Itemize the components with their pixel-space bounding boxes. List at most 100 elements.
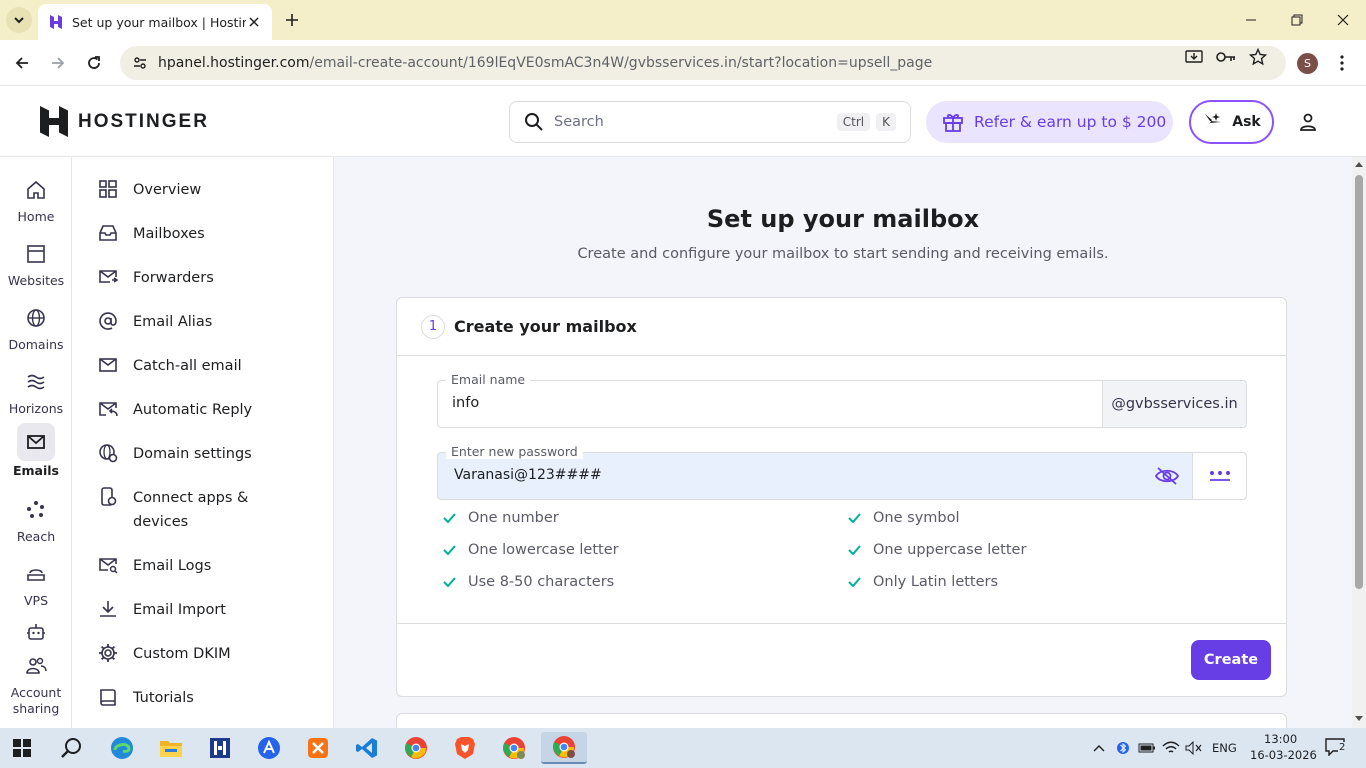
mail-search-icon bbox=[97, 554, 119, 576]
chrome-profile-icon[interactable] bbox=[494, 732, 534, 764]
browser-tab[interactable]: Set up your mailbox | Hostinger bbox=[38, 4, 272, 40]
submenu-item-tutorials[interactable]: Tutorials bbox=[97, 686, 273, 710]
robot-icon bbox=[17, 615, 55, 649]
submenu-item-email-logs[interactable]: Email Logs bbox=[97, 554, 273, 578]
omnibox[interactable]: hpanel.hostinger.com/email-create-accoun… bbox=[120, 46, 1286, 80]
rail-item-account-sharing[interactable]: Account sharing bbox=[0, 649, 72, 717]
users-icon bbox=[17, 649, 55, 683]
page-scrollbar[interactable] bbox=[1352, 157, 1366, 728]
submenu-item-email-alias[interactable]: Email Alias bbox=[97, 310, 273, 334]
notifications-icon[interactable]: 2 bbox=[1322, 738, 1348, 756]
submenu-item-email-import[interactable]: Email Import bbox=[97, 598, 273, 622]
windows-start-icon[interactable] bbox=[2, 732, 42, 764]
battery-icon[interactable] bbox=[1138, 739, 1156, 757]
new-tab-icon[interactable] bbox=[282, 10, 302, 30]
vscode-icon[interactable] bbox=[347, 732, 387, 764]
tray-chevron-up-icon[interactable] bbox=[1090, 739, 1108, 757]
bluetooth-icon[interactable] bbox=[1114, 739, 1132, 757]
taskbar-search-icon[interactable] bbox=[52, 732, 92, 764]
wifi-icon[interactable] bbox=[1162, 739, 1180, 757]
email-name-value[interactable]: info bbox=[452, 395, 479, 411]
kebab-menu-icon[interactable] bbox=[1336, 53, 1348, 73]
check-icon bbox=[443, 513, 456, 523]
store-app-icon[interactable] bbox=[200, 732, 240, 764]
submenu-item-automatic-reply[interactable]: Automatic Reply bbox=[97, 398, 273, 422]
email-name-label: Email name bbox=[446, 372, 531, 387]
bookmark-star-icon[interactable] bbox=[1248, 47, 1268, 67]
rail-item-emails[interactable]: Emails bbox=[0, 423, 72, 479]
submenu-item-overview[interactable]: Overview bbox=[97, 178, 273, 202]
profile-avatar[interactable]: S bbox=[1297, 53, 1318, 74]
submenu-item-domain-settings[interactable]: Domain settings bbox=[97, 442, 273, 466]
home-icon bbox=[17, 173, 55, 207]
device-icon bbox=[97, 486, 119, 508]
edge-browser-icon[interactable] bbox=[102, 732, 142, 764]
scroll-thumb[interactable] bbox=[1355, 175, 1363, 589]
mail-forward-icon bbox=[97, 266, 119, 288]
install-app-icon[interactable] bbox=[1184, 47, 1204, 67]
page-subtitle: Create and configure your mailbox to sta… bbox=[577, 246, 1109, 262]
scroll-down-icon bbox=[1355, 716, 1363, 721]
email-name-field[interactable]: Email name info @gvbsservices.in bbox=[437, 372, 1247, 428]
hide-password-button[interactable] bbox=[1142, 453, 1192, 499]
chrome-active-window-icon[interactable] bbox=[541, 732, 587, 764]
hostinger-logo[interactable]: HOSTINGER bbox=[40, 106, 209, 137]
password-field[interactable]: Enter new password Varanasi@123#### bbox=[437, 444, 1247, 500]
envelope-icon bbox=[97, 354, 119, 376]
restore-icon[interactable] bbox=[1274, 0, 1320, 40]
close-window-icon[interactable] bbox=[1320, 0, 1366, 40]
file-explorer-icon[interactable] bbox=[151, 732, 191, 764]
hostinger-logo-icon bbox=[40, 106, 68, 137]
key-icon[interactable] bbox=[1216, 47, 1236, 67]
language-indicator[interactable]: ENG bbox=[1212, 741, 1237, 755]
ask-ai-button[interactable]: Ask bbox=[1189, 100, 1274, 144]
shortcut-k: K bbox=[876, 113, 896, 131]
book-icon bbox=[97, 686, 119, 708]
primary-nav-rail: Home Websites Domains Horizons Emails Re… bbox=[0, 157, 72, 728]
password-rule: One uppercase letter bbox=[848, 542, 1026, 558]
brave-browser-icon[interactable] bbox=[445, 732, 485, 764]
submenu-item-custom-dkim[interactable]: Custom DKIM bbox=[97, 642, 273, 666]
submenu-item-mailboxes[interactable]: Mailboxes bbox=[97, 222, 273, 246]
rail-item-home[interactable]: Home bbox=[0, 173, 72, 225]
rail-item-vps[interactable]: VPS bbox=[0, 557, 72, 609]
server-icon bbox=[17, 557, 55, 591]
azure-data-studio-icon[interactable] bbox=[249, 732, 289, 764]
close-tab-icon[interactable] bbox=[246, 14, 262, 30]
submenu-item-forwarders[interactable]: Forwarders bbox=[97, 266, 273, 290]
submenu-item-catch-all[interactable]: Catch-all email bbox=[97, 354, 273, 378]
xampp-icon[interactable] bbox=[298, 732, 338, 764]
volume-muted-icon[interactable] bbox=[1185, 739, 1203, 757]
chevron-down-icon bbox=[14, 17, 24, 24]
check-icon bbox=[848, 513, 861, 523]
reload-icon[interactable] bbox=[82, 51, 106, 75]
rail-item-websites[interactable]: Websites bbox=[0, 237, 72, 289]
globe-icon bbox=[17, 301, 55, 335]
minimize-icon[interactable] bbox=[1228, 0, 1274, 40]
create-mailbox-card: 1 Create your mailbox Email name info @g… bbox=[396, 297, 1287, 697]
chrome-icon[interactable] bbox=[396, 732, 436, 764]
rail-item-horizons[interactable]: Horizons bbox=[0, 365, 72, 417]
password-value[interactable]: Varanasi@123#### bbox=[454, 467, 602, 483]
create-button[interactable]: Create bbox=[1191, 640, 1271, 680]
rail-item-agent[interactable] bbox=[0, 615, 72, 649]
back-arrow-icon[interactable] bbox=[10, 51, 34, 75]
browser-tab-bar: Set up your mailbox | Hostinger bbox=[0, 0, 1366, 40]
tab-search-button[interactable] bbox=[6, 7, 32, 33]
submenu-item-connect-apps[interactable]: Connect apps & devices bbox=[97, 486, 273, 534]
shortcut-ctrl: Ctrl bbox=[836, 113, 871, 131]
globe-gear-icon bbox=[97, 442, 119, 464]
tab-title: Set up your mailbox | Hostinger bbox=[72, 14, 246, 30]
hostinger-favicon-icon bbox=[50, 15, 62, 29]
search-input[interactable]: Search Ctrl K bbox=[509, 101, 911, 143]
forward-arrow-icon[interactable] bbox=[46, 51, 70, 75]
clock-time[interactable]: 13:00 bbox=[1264, 732, 1297, 746]
generate-password-button[interactable] bbox=[1192, 453, 1246, 499]
password-rule: One symbol bbox=[848, 510, 960, 526]
rail-item-domains[interactable]: Domains bbox=[0, 301, 72, 353]
rail-item-reach[interactable]: Reach bbox=[0, 493, 72, 545]
refer-earn-button[interactable]: Refer & earn up to $ 200 bbox=[926, 101, 1173, 143]
email-submenu: Overview Mailboxes Forwarders Email Alia… bbox=[73, 157, 334, 728]
clock-date[interactable]: 16-03-2026 bbox=[1250, 748, 1317, 762]
user-account-icon[interactable] bbox=[1296, 110, 1320, 134]
